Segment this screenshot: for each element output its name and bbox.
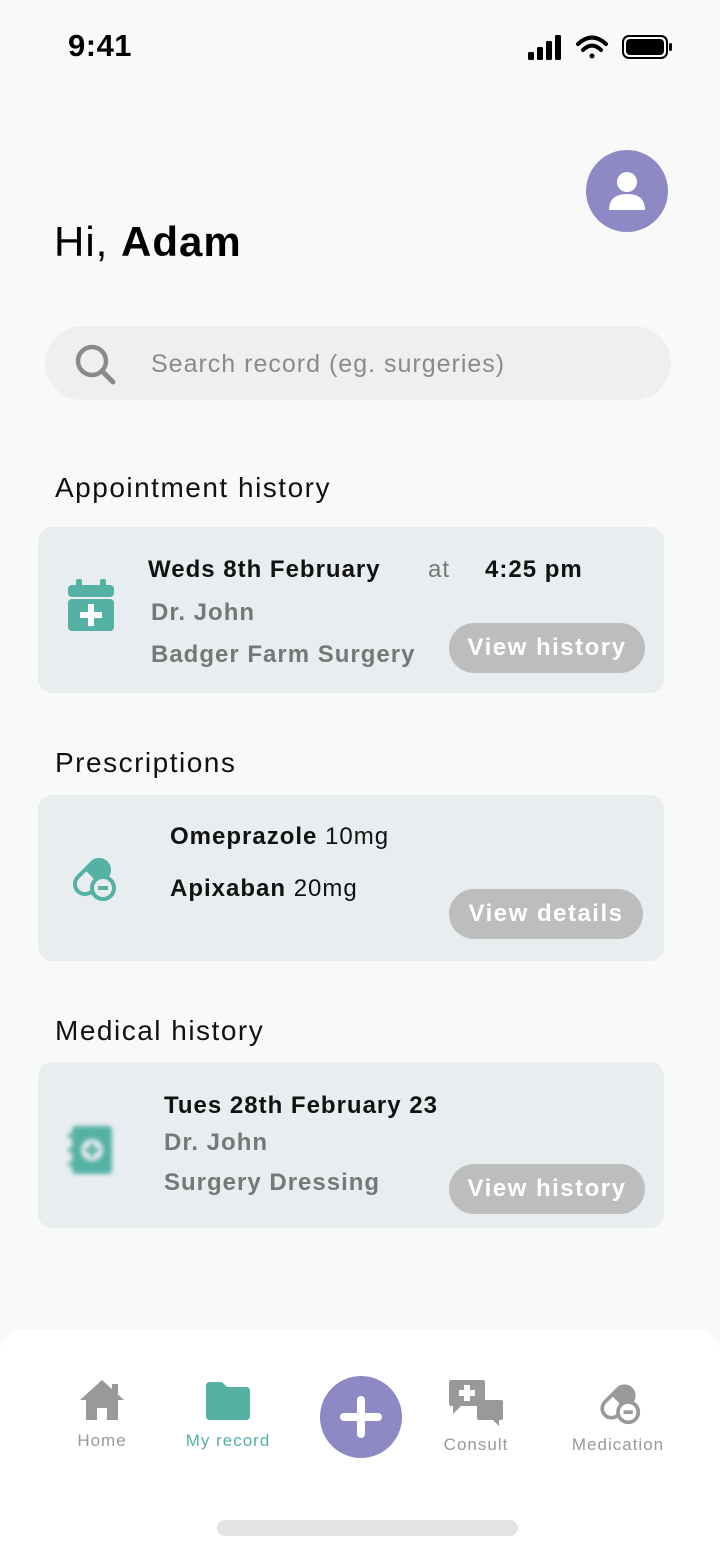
greeting: Hi, Adam [54,218,242,266]
nav-item-my-record[interactable]: My record [178,1378,278,1451]
signal-icon [528,35,561,60]
battery-icon [622,35,672,59]
prescriptions-card[interactable]: Omeprazole 10mg Apixaban 20mg View detai… [38,795,664,961]
appointment-date: Weds 8th February [148,556,381,583]
appointment-doctor: Dr. John [151,599,256,626]
view-details-button[interactable]: View details [449,889,643,939]
prescription-name: Omeprazole [170,823,318,850]
pill-icon [600,1384,641,1425]
nav-label-my-record: My record [185,1431,271,1450]
home-icon [80,1380,124,1420]
greeting-prefix: Hi, [54,218,121,265]
nav-label-medication: Medication [571,1435,665,1454]
medical-history-card[interactable]: Tues 28th February 23 Dr. John Surgery D… [38,1062,664,1228]
nav-item-home[interactable]: Home [62,1378,142,1451]
plus-icon [340,1396,382,1438]
appointment-card[interactable]: Weds 8th February at 4:25 pm Dr. John Ba… [38,527,664,693]
prescriptions-title: Prescriptions [55,747,237,778]
nav-item-consult[interactable]: Consult [436,1378,516,1455]
nav-item-medication[interactable]: Medication [566,1378,670,1455]
pill-icon [72,857,116,901]
folder-icon [206,1382,250,1420]
chat-icon [449,1380,503,1426]
appointment-history-title: Appointment history [55,472,331,503]
prescription-dose: 20mg [286,875,358,902]
medical-history-date: Tues 28th February 23 [164,1092,438,1119]
user-icon [609,172,645,210]
medical-history-title: Medical history [55,1015,265,1046]
search-input[interactable] [149,343,643,385]
search-bar[interactable] [45,326,671,400]
view-history-button[interactable]: View history [449,623,645,673]
search-icon [75,344,116,385]
prescription-item: Omeprazole 10mg [170,823,389,851]
prescription-name: Apixaban [170,875,287,902]
view-medical-history-button[interactable]: View history [449,1164,645,1214]
medical-notebook-icon [68,1126,112,1174]
calendar-plus-icon [68,579,114,631]
nav-label-home: Home [77,1431,127,1450]
prescription-dose: 10mg [317,823,390,850]
appointment-time: 4:25 pm [485,556,583,583]
prescription-item: Apixaban 20mg [170,875,358,903]
appointment-location: Badger Farm Surgery [151,641,416,668]
wifi-icon [576,35,608,59]
add-button[interactable] [320,1376,402,1458]
appointment-at: at [428,556,451,583]
status-time: 9:41 [68,28,133,63]
medical-history-procedure: Surgery Dressing [164,1169,381,1196]
home-indicator [217,1520,518,1536]
user-name: Adam [121,218,242,265]
medical-history-doctor: Dr. John [164,1129,269,1156]
status-icons [528,35,672,60]
nav-label-consult: Consult [443,1435,509,1454]
avatar-button[interactable] [586,150,668,232]
bottom-nav: Home My record Consult Medication [0,1330,720,1555]
